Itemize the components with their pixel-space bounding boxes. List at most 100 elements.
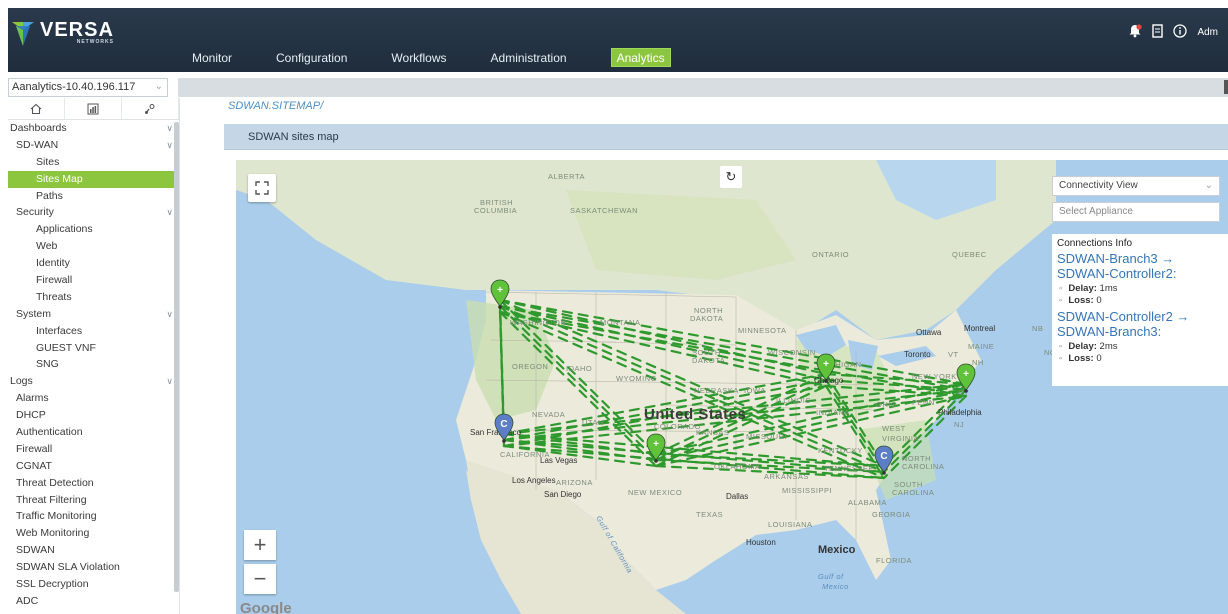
sidebar-item-label: System [16, 307, 52, 320]
branch-pin-icon[interactable]: + [646, 433, 666, 463]
view-select[interactable]: Connectivity View ⌄ [1052, 176, 1220, 196]
branch-pin-icon[interactable]: + [490, 279, 510, 309]
chevron-down-icon[interactable]: ∨ [166, 373, 173, 390]
connection-title[interactable]: SDWAN-Controller2 → SDWAN-Branch3: [1057, 309, 1223, 339]
connection-loss-value: 0 [1093, 295, 1102, 306]
chevron-down-icon[interactable]: ∨ [166, 137, 173, 154]
zoom-out-button[interactable]: − [244, 564, 276, 594]
sidebar-item-label: Threats [36, 290, 72, 303]
sidebar-item-threat-filtering[interactable]: Threat Filtering [8, 492, 179, 509]
sidebar-item-label: SNG [36, 358, 59, 371]
connections-list: SDWAN-Branch3 → SDWAN-Controller2:Delay:… [1057, 251, 1223, 365]
sidebar-item-sites-map[interactable]: Sites Map [8, 170, 179, 188]
sidebar-item-sites[interactable]: Sites [8, 154, 179, 171]
nav-item-workflows[interactable]: Workflows [391, 51, 446, 67]
connection-loss: Loss: 0 [1059, 353, 1223, 365]
connection-loss-label: Loss: [1068, 295, 1094, 306]
sidebar-item-identity[interactable]: Identity [8, 255, 179, 272]
versa-logo[interactable]: VERSA NETWORKS [12, 18, 114, 48]
sidebar-item-label: Web Monitoring [16, 527, 90, 540]
refresh-button[interactable]: ↻ [720, 166, 742, 188]
alarm-bell-icon[interactable] [1128, 24, 1143, 41]
nav-item-administration[interactable]: Administration [491, 51, 567, 67]
appliance-dropdown[interactable]: Aanalytics-10.40.196.117 ⌄ [8, 78, 168, 97]
chevron-down-icon[interactable]: ∨ [166, 204, 173, 221]
sidebar-item-label: Interfaces [36, 324, 83, 337]
appliance-dropdown-value: Aanalytics-10.40.196.117 [12, 81, 136, 93]
sidebar-item-label: Sites Map [36, 172, 83, 185]
site-pin-glyph: + [653, 439, 659, 450]
sidebar-item-threats[interactable]: Threats [8, 289, 179, 306]
main-nav: Monitor Configuration Workflows Administrat… [192, 48, 715, 67]
fullscreen-button[interactable] [248, 174, 276, 202]
chart-icon[interactable] [65, 98, 122, 119]
sidebar-item-traffic-monitoring[interactable]: Traffic Monitoring [8, 508, 179, 525]
google-logo[interactable]: Google [240, 600, 292, 614]
sidebar-item-label: Firewall [36, 274, 73, 287]
sidebar-item-web-monitoring[interactable]: Web Monitoring [8, 525, 179, 542]
sidebar-item-alarms[interactable]: Alarms [8, 390, 179, 407]
controller-pin-icon[interactable]: C [494, 413, 514, 443]
breadcrumb[interactable]: SDWAN.SITEMAP/ [228, 100, 323, 112]
nav-item-analytics[interactable]: Analytics [610, 48, 671, 67]
sidebar-item-adc[interactable]: ADC [8, 593, 179, 610]
sidebar-item-sdwan-sla-violation[interactable]: SDWAN SLA Violation [8, 559, 179, 576]
chevron-down-icon[interactable]: ∨ [166, 306, 173, 323]
sidebar-item-logs[interactable]: Logs ∨ [8, 373, 179, 390]
sidebar-item-label: Sites [36, 155, 60, 168]
sidebar-item-web[interactable]: Web [8, 238, 179, 255]
sidebar-item-label: GUEST VNF [36, 341, 96, 354]
connections-info-header: Connections Info [1057, 238, 1133, 249]
sidebar-item-cgnat[interactable]: CGNAT [8, 458, 179, 475]
home-icon[interactable] [8, 98, 65, 119]
site-pin-glyph: + [823, 359, 829, 370]
site-pin-glyph: C [880, 451, 887, 462]
user-menu[interactable]: Adm [1197, 27, 1218, 38]
sidebar-item-paths[interactable]: Paths [8, 188, 179, 205]
appliance-search-input[interactable]: Select Appliance [1052, 202, 1220, 222]
branch-pin-icon[interactable]: + [816, 353, 836, 383]
sidebar-item-label: ADC [16, 594, 39, 607]
sidebar-item-dashboards[interactable]: Dashboards ∨ [8, 120, 179, 137]
sidebar-item-sng[interactable]: SNG [8, 356, 179, 373]
sidebar-item-label: Security [16, 206, 54, 219]
info-icon[interactable] [1173, 24, 1188, 41]
connection-delay-value: 2ms [1096, 341, 1118, 352]
sidebar-item-ssl-decryption[interactable]: SSL Decryption [8, 576, 179, 593]
connection-title[interactable]: SDWAN-Branch3 → SDWAN-Controller2: [1057, 251, 1223, 281]
sidebar-item-label: Alarms [16, 392, 49, 405]
nav-item-configuration[interactable]: Configuration [276, 51, 347, 67]
sidebar-item-dhcp[interactable]: DHCP [8, 407, 179, 424]
sidebar-item-system[interactable]: System ∨ [8, 306, 179, 323]
site-pins-layer: + C + + + C [490, 279, 976, 475]
sidebar-item-interfaces[interactable]: Interfaces [8, 323, 179, 340]
sidebar-item-authentication[interactable]: Authentication [8, 424, 179, 441]
sidebar-item-label: SDWAN SLA Violation [16, 561, 120, 574]
sidebar-item-threat-detection[interactable]: Threat Detection [8, 475, 179, 492]
sidebar-item-firewall[interactable]: Firewall [8, 272, 179, 289]
sidebar-item-sd-wan[interactable]: SD-WAN ∨ [8, 137, 179, 154]
document-icon[interactable] [1152, 24, 1164, 41]
sidebar-item-label: Logs [10, 375, 33, 388]
controller-pin-icon[interactable]: C [874, 445, 894, 475]
panel-title: SDWAN sites map [224, 124, 1228, 150]
sidebar-item-applications[interactable]: Applications [8, 221, 179, 238]
sidebar-item-security[interactable]: Security ∨ [8, 204, 179, 221]
sidebar-scrollbar[interactable] [174, 122, 179, 592]
nav-item-monitor[interactable]: Monitor [192, 51, 232, 67]
site-pin-glyph: + [497, 285, 503, 296]
sidebar-item-firewall[interactable]: Firewall [8, 441, 179, 458]
branch-pin-icon[interactable]: + [956, 363, 976, 393]
sidebar: Dashboards ∨ SD-WAN ∨ Sites Sites Map Paths Sec… [8, 98, 180, 614]
chevron-down-icon[interactable]: ∨ [166, 120, 173, 137]
zoom-in-button[interactable]: + [244, 530, 276, 560]
connection-loss: Loss: 0 [1059, 295, 1223, 307]
user-settings-icon[interactable] [122, 98, 179, 119]
site-pin-glyph: C [500, 419, 507, 430]
sidebar-item-sdwan[interactable]: SDWAN [8, 542, 179, 559]
sidebar-item-label: Authentication [16, 426, 83, 439]
sidebar-item-label: Threat Detection [16, 476, 94, 489]
sidebar-item-guest-vnf[interactable]: GUEST VNF [8, 340, 179, 357]
sites-map[interactable]: ALBERTA BRITISH COLUMBIA SASKATCHEWAN ONTARI… [236, 160, 1228, 614]
sidebar-item-label: SDWAN [16, 544, 55, 557]
